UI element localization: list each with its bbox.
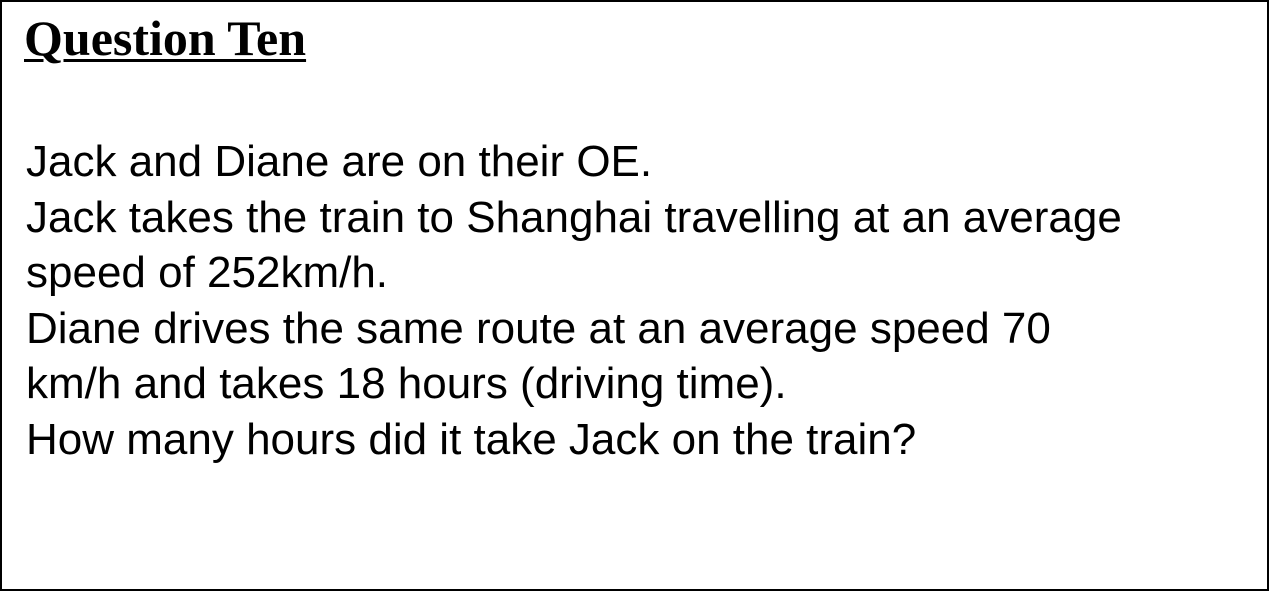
question-card: Question Ten Jack and Diane are on their… [0, 0, 1269, 591]
question-title: Question Ten [24, 10, 307, 66]
question-line: km/h and takes 18 hours (driving time). [26, 359, 787, 408]
question-line: Jack takes the train to Shanghai travell… [26, 192, 1122, 242]
question-line: speed of 252km/h. [26, 248, 389, 297]
question-line: Diane drives the same route at an averag… [26, 303, 1051, 353]
question-line: How many hours did it take Jack on the t… [26, 414, 917, 464]
question-line: Jack and Diane are on their OE. [26, 137, 653, 186]
question-body: Jack and Diane are on their OE. Jack tak… [26, 134, 1122, 467]
